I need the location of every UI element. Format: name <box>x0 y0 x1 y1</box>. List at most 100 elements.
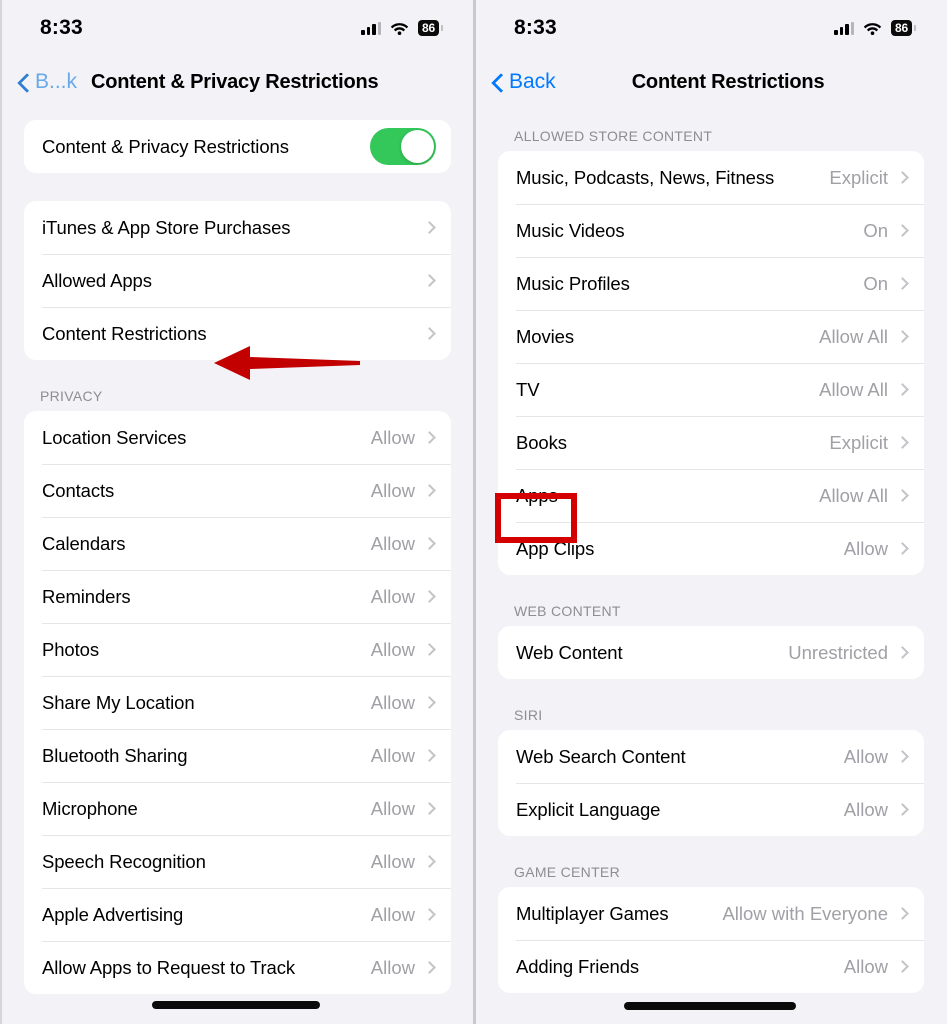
section-header-allowed-store-content: ALLOWED STORE CONTENT <box>514 128 713 144</box>
row-apple-advertising[interactable]: Apple Advertising Allow <box>24 888 451 941</box>
right-content: ALLOWED STORE CONTENT Music, Podcasts, N… <box>476 108 946 993</box>
row-tv[interactable]: TV Allow All <box>498 363 924 416</box>
chevron-right-icon <box>423 590 436 603</box>
row-value: On <box>863 272 888 294</box>
row-allowed-apps[interactable]: Allowed Apps <box>24 254 451 307</box>
home-indicator-left <box>152 1001 320 1009</box>
row-speech-recognition[interactable]: Speech Recognition Allow <box>24 835 451 888</box>
row-adding-friends[interactable]: Adding Friends Allow <box>498 940 924 993</box>
row-value: Allow <box>843 745 888 767</box>
row-value: Allow All <box>819 325 888 347</box>
chevron-right-icon <box>896 542 909 555</box>
content-privacy-restrictions-toggle[interactable] <box>370 128 436 165</box>
row-app-clips[interactable]: App Clips Allow <box>498 522 924 575</box>
row-content-privacy-restrictions[interactable]: Content & Privacy Restrictions <box>24 120 451 173</box>
row-label: Multiplayer Games <box>516 902 669 924</box>
row-label: iTunes & App Store Purchases <box>42 216 291 238</box>
row-music-profiles[interactable]: Music Profiles On <box>498 257 924 310</box>
game-center-card: Multiplayer Games Allow with Everyone Ad… <box>498 887 924 993</box>
row-value: Allow <box>843 798 888 820</box>
status-time: 8:33 <box>40 16 83 39</box>
row-microphone[interactable]: Microphone Allow <box>24 782 451 835</box>
row-label: Content Restrictions <box>42 322 207 344</box>
status-bar-left: 8:33 86 <box>2 0 473 56</box>
chevron-right-icon <box>423 643 436 656</box>
row-reminders[interactable]: Reminders Allow <box>24 570 451 623</box>
cellular-bars-icon <box>834 21 855 35</box>
row-value: Allow <box>370 797 415 819</box>
row-location-services[interactable]: Location Services Allow <box>24 411 451 464</box>
row-value: Allow <box>370 638 415 660</box>
row-value: Allow <box>843 955 888 977</box>
nav-bar-left: B...k Content & Privacy Restrictions <box>2 56 473 108</box>
row-web-content[interactable]: Web Content Unrestricted <box>498 626 924 679</box>
allowed-store-content-card: Music, Podcasts, News, Fitness Explicit … <box>498 151 924 575</box>
back-button-left[interactable]: B...k <box>18 70 77 94</box>
row-share-my-location[interactable]: Share My Location Allow <box>24 676 451 729</box>
battery-icon: 86 <box>418 20 439 36</box>
row-apps[interactable]: Apps Allow All <box>498 469 924 522</box>
chevron-right-icon <box>423 696 436 709</box>
row-value: Allow <box>370 744 415 766</box>
row-label: Music Videos <box>516 219 625 241</box>
chevron-left-icon <box>492 72 504 93</box>
row-allow-apps-to-request-to-track[interactable]: Allow Apps to Request to Track Allow <box>24 941 451 994</box>
row-label: Movies <box>516 325 574 347</box>
chevron-right-icon <box>423 802 436 815</box>
row-label: Microphone <box>42 797 138 819</box>
row-movies[interactable]: Movies Allow All <box>498 310 924 363</box>
row-content-restrictions[interactable]: Content Restrictions <box>24 307 451 360</box>
row-multiplayer-games[interactable]: Multiplayer Games Allow with Everyone <box>498 887 924 940</box>
chevron-right-icon <box>423 855 436 868</box>
row-label: Content & Privacy Restrictions <box>42 135 289 157</box>
nav-bar-right: Back Content Restrictions <box>476 56 946 108</box>
wifi-icon <box>390 21 409 35</box>
row-web-search-content[interactable]: Web Search Content Allow <box>498 730 924 783</box>
row-value: Allow <box>843 537 888 559</box>
row-value: Allow <box>370 850 415 872</box>
row-value: Allow <box>370 956 415 978</box>
row-label: Allowed Apps <box>42 269 152 291</box>
row-music-videos[interactable]: Music Videos On <box>498 204 924 257</box>
chevron-right-icon <box>423 961 436 974</box>
row-label: Allow Apps to Request to Track <box>42 956 296 978</box>
row-value: Allow <box>370 479 415 501</box>
chevron-right-icon <box>896 646 909 659</box>
row-value: Allow All <box>819 378 888 400</box>
chevron-right-icon <box>423 221 436 234</box>
battery-icon: 86 <box>891 20 912 36</box>
row-value: Allow <box>370 532 415 554</box>
row-value: Allow <box>370 903 415 925</box>
row-label: Web Content <box>516 641 623 663</box>
row-label: Reminders <box>42 585 131 607</box>
row-label: Web Search Content <box>516 745 686 767</box>
back-button-label: B...k <box>35 70 78 93</box>
row-label: Contacts <box>42 479 115 501</box>
row-books[interactable]: Books Explicit <box>498 416 924 469</box>
row-label: Photos <box>42 638 99 660</box>
row-label: Share My Location <box>42 691 195 713</box>
chevron-right-icon <box>896 960 909 973</box>
chevron-right-icon <box>423 537 436 550</box>
siri-card: Web Search Content Allow Explicit Langua… <box>498 730 924 836</box>
row-contacts[interactable]: Contacts Allow <box>24 464 451 517</box>
row-itunes-app-store-purchases[interactable]: iTunes & App Store Purchases <box>24 201 451 254</box>
privacy-card: Location Services Allow Contacts Allow C… <box>24 411 451 994</box>
chevron-right-icon <box>423 431 436 444</box>
row-label: App Clips <box>516 537 595 559</box>
chevron-right-icon <box>896 171 909 184</box>
web-content-card: Web Content Unrestricted <box>498 626 924 679</box>
page-title-left: Content & Privacy Restrictions <box>91 70 379 93</box>
back-button-right[interactable]: Back <box>492 70 556 94</box>
row-bluetooth-sharing[interactable]: Bluetooth Sharing Allow <box>24 729 451 782</box>
restrictions-card: iTunes & App Store Purchases Allowed App… <box>24 201 451 360</box>
row-label: Adding Friends <box>516 955 640 977</box>
row-calendars[interactable]: Calendars Allow <box>24 517 451 570</box>
row-photos[interactable]: Photos Allow <box>24 623 451 676</box>
row-label: TV <box>516 378 540 400</box>
chevron-right-icon <box>896 277 909 290</box>
row-label: Calendars <box>42 532 126 554</box>
row-music-podcasts-news-fitness[interactable]: Music, Podcasts, News, Fitness Explicit <box>498 151 924 204</box>
row-explicit-language[interactable]: Explicit Language Allow <box>498 783 924 836</box>
chevron-right-icon <box>896 224 909 237</box>
